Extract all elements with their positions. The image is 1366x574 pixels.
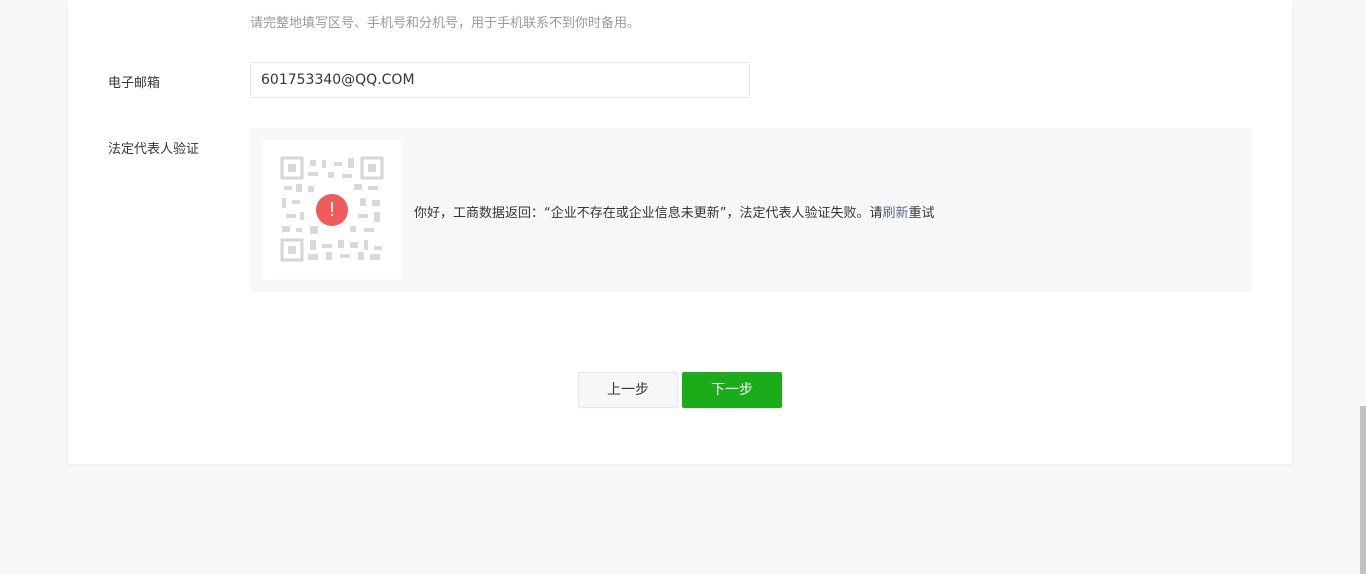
qr-code-frame: ! — [262, 140, 402, 280]
email-input[interactable] — [250, 62, 750, 98]
form-card: 请完整地填写区号、手机号和分机号，用于手机联系不到你时备用。 电子邮箱 法定代表… — [68, 0, 1292, 464]
verify-message-text: 你好，工商数据返回：“企业不存在或企业信息未更新”，法定代表人验证失败。请 — [414, 206, 883, 221]
next-step-button[interactable]: 下一步 — [682, 372, 782, 408]
refresh-link[interactable]: 刷新 — [882, 206, 908, 221]
phone-hint-text: 请完整地填写区号、手机号和分机号，用于手机联系不到你时备用。 — [250, 16, 641, 31]
legal-rep-label: 法定代表人验证 — [108, 142, 200, 157]
legal-rep-verify-panel: ! 你好，工商数据返回：“企业不存在或企业信息未更新”，法定代表人验证失败。请刷… — [250, 128, 1252, 292]
verify-message-suffix: 重试 — [908, 206, 935, 221]
error-icon: ! — [316, 194, 348, 226]
email-label: 电子邮箱 — [108, 76, 161, 91]
prev-step-button[interactable]: 上一步 — [578, 372, 678, 408]
verify-error-message: 你好，工商数据返回：“企业不存在或企业信息未更新”，法定代表人验证失败。请刷新重… — [414, 202, 935, 221]
page-scrollbar[interactable] — [1360, 406, 1366, 574]
